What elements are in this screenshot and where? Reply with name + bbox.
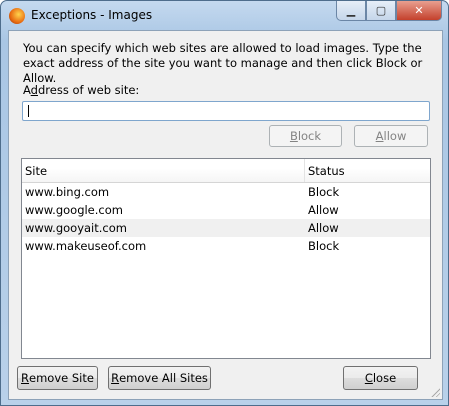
maximize-button[interactable]: ▢	[366, 1, 396, 21]
table-row[interactable]: www.bing.com Block	[22, 183, 430, 201]
button-label: llow	[383, 129, 407, 143]
close-icon: ✕	[414, 4, 424, 17]
list-header: Site Status	[22, 159, 430, 183]
mnemonic: B	[289, 129, 298, 143]
column-header-site[interactable]: Site	[22, 159, 305, 182]
window-title: Exceptions - Images	[31, 8, 153, 22]
description-text: You can specify which web sites are allo…	[23, 41, 423, 85]
address-input[interactable]	[22, 101, 430, 121]
address-label: Address of web site:	[23, 83, 139, 97]
table-row[interactable]: www.makeuseof.com Block	[22, 237, 430, 255]
close-window-button[interactable]: ✕	[396, 1, 442, 21]
remove-all-sites-button[interactable]: Remove All Sites	[108, 366, 211, 390]
minimize-icon: ▁	[346, 4, 356, 17]
label-part: A	[23, 83, 31, 97]
status-cell: Block	[308, 239, 340, 253]
button-label: emove All Sites	[119, 371, 208, 385]
button-label: lock	[297, 129, 322, 143]
table-row[interactable]: www.google.com Allow	[22, 201, 430, 219]
table-row[interactable]: www.gooyait.com Allow	[22, 219, 430, 237]
status-cell: Allow	[308, 203, 339, 217]
mnemonic: A	[375, 129, 384, 143]
minimize-button[interactable]: ▁	[336, 1, 366, 21]
block-button[interactable]: Block	[269, 125, 342, 147]
site-cell: www.google.com	[25, 203, 123, 217]
label-mnemonic: d	[30, 83, 38, 97]
dialog-body: You can specify which web sites are allo…	[8, 30, 443, 400]
label-part: dress of web site:	[37, 83, 140, 97]
text-caret	[28, 105, 29, 117]
status-cell: Allow	[308, 221, 339, 235]
site-cell: www.gooyait.com	[25, 221, 127, 235]
button-label: emove Site	[29, 371, 94, 385]
mnemonic: C	[364, 371, 373, 385]
firefox-icon	[9, 8, 25, 24]
status-cell: Block	[308, 185, 340, 199]
mnemonic: R	[21, 371, 30, 385]
maximize-icon: ▢	[375, 4, 387, 17]
site-cell: www.makeuseof.com	[25, 239, 147, 253]
mnemonic: R	[111, 371, 120, 385]
column-header-status[interactable]: Status	[305, 159, 345, 182]
dialog-window: Exceptions - Images ▁ ▢ ✕ You can specif…	[0, 0, 449, 406]
remove-site-button[interactable]: Remove Site	[17, 366, 98, 390]
close-button[interactable]: Close	[343, 366, 418, 390]
site-cell: www.bing.com	[25, 185, 110, 199]
resize-grip-icon[interactable]	[430, 387, 440, 397]
allow-button[interactable]: Allow	[354, 125, 428, 147]
button-label: lose	[372, 371, 397, 385]
sites-list[interactable]: Site Status www.bing.com Block www.google…	[21, 158, 431, 359]
